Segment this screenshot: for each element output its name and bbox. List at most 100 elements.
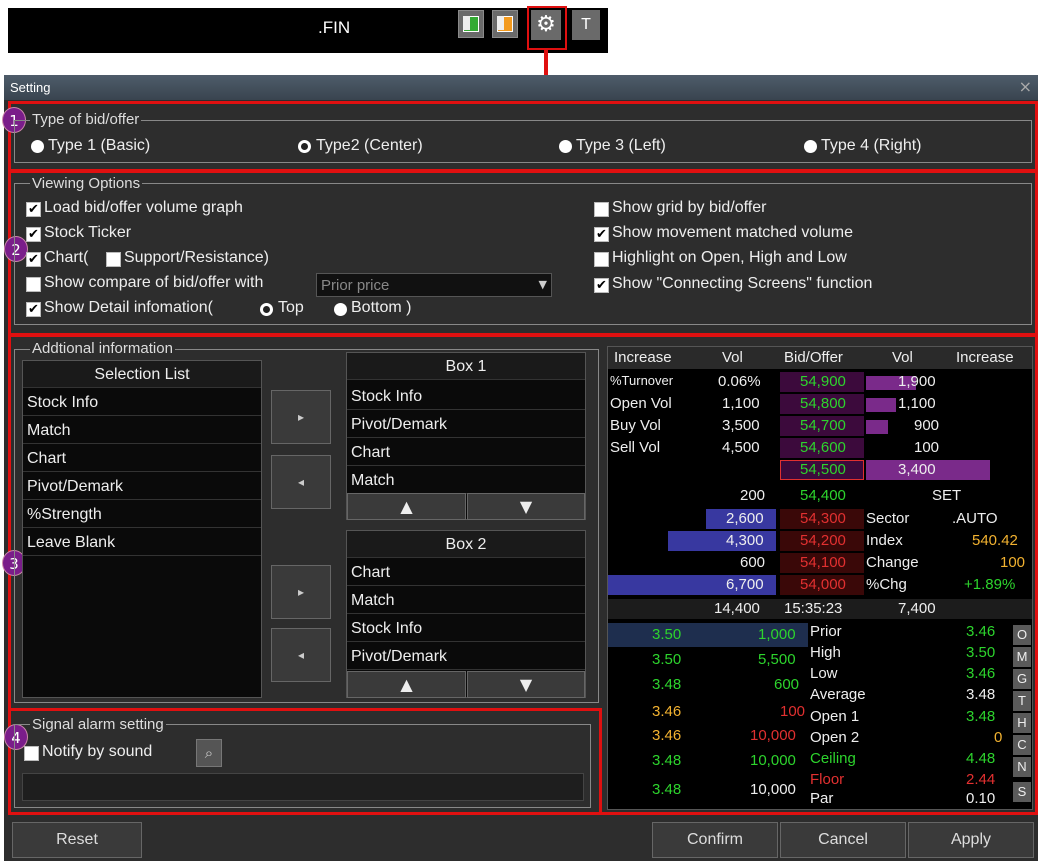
- stat-label: Low: [810, 665, 838, 682]
- info-value: 3,500: [722, 417, 760, 434]
- grid-checkbox[interactable]: [594, 202, 609, 217]
- symbol-toolbar: .FIN: [8, 8, 608, 53]
- stat-value: 0.10: [966, 790, 996, 807]
- market-label: SET: [932, 487, 962, 504]
- detail-info-checkbox[interactable]: ✔: [26, 302, 41, 317]
- type1-radio[interactable]: [31, 140, 44, 153]
- stock-ticker-checkbox[interactable]: ✔: [26, 227, 41, 242]
- side-tab[interactable]: C: [1013, 735, 1031, 755]
- notify-checkbox[interactable]: [24, 746, 39, 761]
- bid-vol: 200: [740, 487, 766, 504]
- support-resistance-checkbox[interactable]: [106, 252, 121, 267]
- list-item[interactable]: Stock Info: [347, 383, 585, 410]
- box2-title: Box 2: [347, 531, 585, 558]
- move-left-button-box1[interactable]: ◂: [271, 455, 331, 509]
- side-tab[interactable]: H: [1013, 713, 1031, 733]
- offer-vol: 1,100: [898, 395, 936, 412]
- list-item[interactable]: %Strength: [23, 501, 261, 528]
- side-tab[interactable]: N: [1013, 757, 1031, 777]
- info-label: Sell Vol: [610, 439, 661, 456]
- tick-price: 3.46: [652, 703, 682, 720]
- stat-value: 3.48: [966, 708, 996, 725]
- bottom-radio[interactable]: [334, 303, 347, 316]
- grid-label: Show grid by bid/offer: [612, 199, 767, 216]
- list-item[interactable]: Leave Blank: [23, 529, 261, 556]
- header-vol-left: Vol: [722, 349, 743, 366]
- info-label: Buy Vol: [610, 417, 661, 434]
- text-button[interactable]: T: [572, 10, 600, 40]
- offer-vol: 3,400: [898, 461, 936, 478]
- highlight-checkbox[interactable]: [594, 252, 609, 267]
- pctchg-label: %Chg: [866, 576, 907, 593]
- box1-up-button[interactable]: ▲: [347, 493, 466, 520]
- list-item[interactable]: Chart: [347, 439, 585, 466]
- list-item[interactable]: Match: [347, 467, 585, 494]
- box2-up-button[interactable]: ▲: [347, 671, 466, 698]
- list-item[interactable]: Chart: [23, 445, 261, 472]
- compare-select[interactable]: Prior price ▼: [316, 273, 552, 297]
- list-item[interactable]: Match: [347, 587, 585, 614]
- side-tab[interactable]: G: [1013, 669, 1031, 689]
- info-label: Open Vol: [610, 395, 672, 412]
- stat-label: Floor: [810, 771, 845, 788]
- chart-checkbox[interactable]: ✔: [26, 252, 41, 267]
- list-item[interactable]: Pivot/Demark: [347, 643, 585, 670]
- selection-list[interactable]: Selection List Stock Info Match Chart Pi…: [22, 360, 262, 698]
- tick-vol: 10,000: [750, 752, 796, 769]
- top-label: Top: [278, 299, 304, 316]
- list-item[interactable]: Pivot/Demark: [347, 411, 585, 438]
- search-icon[interactable]: ⌕: [196, 739, 222, 767]
- apply-button[interactable]: Apply: [908, 822, 1034, 858]
- box2-down-button[interactable]: ▼: [467, 671, 585, 698]
- stat-value: 0: [994, 729, 1003, 746]
- gear-icon[interactable]: ⚙: [531, 10, 561, 40]
- stat-label: Ceiling: [810, 750, 856, 767]
- notify-label: Notify by sound: [42, 743, 153, 760]
- list-item[interactable]: Chart: [347, 559, 585, 586]
- layout-orange-button[interactable]: [492, 10, 518, 38]
- connecting-label: Show "Connecting Screens" function: [612, 275, 873, 292]
- list-item[interactable]: Stock Info: [347, 615, 585, 642]
- volume-graph-checkbox[interactable]: ✔: [26, 202, 41, 217]
- tick-vol: 10,000: [750, 727, 796, 744]
- list-item[interactable]: Match: [23, 417, 261, 444]
- stat-value: 3.46: [966, 665, 996, 682]
- layout-icon: [463, 16, 479, 32]
- move-right-button-box2[interactable]: ▸: [271, 565, 331, 619]
- connecting-checkbox[interactable]: ✔: [594, 278, 609, 293]
- list-item[interactable]: Pivot/Demark: [23, 473, 261, 500]
- cancel-button[interactable]: Cancel: [780, 822, 906, 858]
- side-tab[interactable]: O: [1013, 625, 1031, 645]
- move-right-button-box1[interactable]: ▸: [271, 390, 331, 444]
- offer-vol: 100: [914, 439, 940, 456]
- index-value: 540.42: [972, 532, 1018, 549]
- side-tab[interactable]: T: [1013, 691, 1031, 711]
- box1-down-button[interactable]: ▼: [467, 493, 585, 520]
- sound-path-field[interactable]: [22, 773, 584, 801]
- window-title: Setting: [10, 80, 51, 95]
- box1-list[interactable]: Box 1 Stock Info Pivot/Demark Chart Matc…: [346, 352, 586, 520]
- bid-price: 54,300: [800, 510, 846, 527]
- reset-button[interactable]: Reset: [12, 822, 142, 858]
- signal-legend: Signal alarm setting: [30, 716, 166, 733]
- change-value: 100: [1000, 554, 1026, 571]
- tick-price: 3.50: [652, 651, 682, 668]
- type4-radio[interactable]: [804, 140, 817, 153]
- type2-radio[interactable]: [298, 140, 311, 153]
- layout-green-button[interactable]: [458, 10, 484, 38]
- compare-checkbox[interactable]: [26, 277, 41, 292]
- stat-value: 3.48: [966, 686, 996, 703]
- move-left-button-box2[interactable]: ◂: [271, 628, 331, 682]
- type1-label: Type 1 (Basic): [48, 137, 151, 154]
- sector-label: Sector: [866, 510, 910, 527]
- type3-radio[interactable]: [559, 140, 572, 153]
- side-tab[interactable]: M: [1013, 647, 1031, 667]
- close-icon[interactable]: ×: [1019, 77, 1032, 96]
- top-radio[interactable]: [260, 303, 273, 316]
- box2-list[interactable]: Box 2 Chart Match Stock Info Pivot/Demar…: [346, 530, 586, 698]
- side-tab[interactable]: S: [1013, 782, 1031, 802]
- movement-checkbox[interactable]: ✔: [594, 227, 609, 242]
- confirm-button[interactable]: Confirm: [652, 822, 778, 858]
- tick-vol: 5,500: [758, 651, 796, 668]
- list-item[interactable]: Stock Info: [23, 389, 261, 416]
